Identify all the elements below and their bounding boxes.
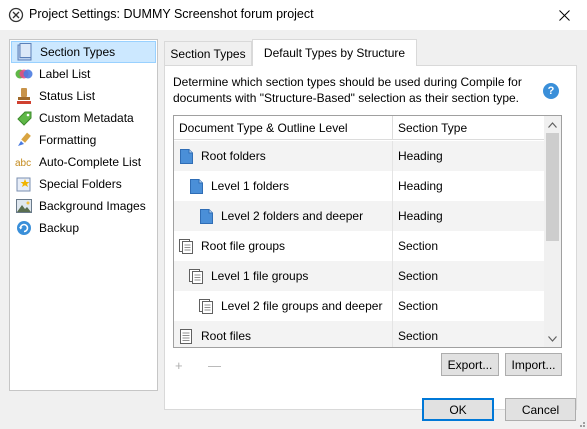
file-group-icon	[199, 298, 213, 314]
scrollbar-thumb[interactable]	[546, 133, 559, 241]
table-row[interactable]: Root files Section	[174, 321, 544, 347]
table-row[interactable]: Root file groups Section	[174, 231, 544, 261]
formatting-icon	[15, 131, 33, 149]
document-type-cell: Level 2 file groups and deeper	[174, 291, 393, 321]
export-button[interactable]: Export...	[441, 353, 499, 376]
row-label: Root folders	[201, 149, 266, 163]
sidebar-item-auto-complete-list[interactable]: abc Auto-Complete List	[11, 151, 156, 173]
table-row[interactable]: Root folders Heading	[174, 141, 544, 171]
document-type-cell: Root folders	[174, 141, 393, 171]
auto-complete-icon: abc	[15, 153, 33, 171]
import-button[interactable]: Import...	[505, 353, 562, 376]
sidebar-item-label-list[interactable]: Label List	[11, 63, 156, 85]
sidebar-item-label: Custom Metadata	[39, 111, 134, 125]
resize-grip-icon[interactable]	[576, 418, 586, 428]
document-type-cell: Level 2 folders and deeper	[174, 201, 393, 231]
document-type-cell: Root file groups	[174, 231, 393, 261]
sidebar-item-label: Backup	[39, 221, 80, 235]
custom-metadata-icon	[15, 109, 33, 127]
dialog-body: Section Types Label List Status List Cus…	[0, 30, 587, 429]
scroll-down-button[interactable]	[544, 330, 561, 347]
remove-button[interactable]: —	[208, 358, 221, 373]
row-label: Level 2 folders and deeper	[221, 209, 364, 223]
sidebar-item-label: Special Folders	[39, 177, 122, 191]
folder-icon	[189, 178, 203, 194]
chevron-down-icon	[548, 335, 557, 342]
sidebar-item-label: Background Images	[39, 199, 146, 213]
table-row[interactable]: Level 2 folders and deeper Heading	[174, 201, 544, 231]
sidebar-item-label: Status List	[39, 89, 96, 103]
svg-text:abc: abc	[15, 158, 31, 168]
file-group-icon	[179, 238, 193, 254]
table-row[interactable]: Level 1 file groups Section	[174, 261, 544, 291]
column-header-section-type[interactable]: Section Type	[393, 116, 544, 140]
background-images-icon	[15, 197, 33, 215]
document-type-cell: Level 1 file groups	[174, 261, 393, 291]
folder-icon	[199, 208, 213, 224]
folder-icon	[179, 148, 193, 164]
file-group-icon	[189, 268, 203, 284]
help-icon[interactable]: ?	[543, 83, 559, 99]
panel-description: Determine which section types should be …	[173, 75, 522, 105]
document-type-cell: Level 1 folders	[174, 171, 393, 201]
table-row[interactable]: Level 2 file groups and deeper Section	[174, 291, 544, 321]
section-type-cell[interactable]: Heading	[393, 171, 544, 201]
add-button[interactable]: +	[175, 358, 183, 373]
close-icon	[558, 9, 570, 21]
table-header: Document Type & Outline Level Section Ty…	[174, 116, 544, 140]
section-type-cell[interactable]: Section	[393, 291, 544, 321]
section-type-cell[interactable]: Section	[393, 321, 544, 347]
tab-panel: Determine which section types should be …	[164, 65, 577, 410]
tab-default-types-by-structure[interactable]: Default Types by Structure	[252, 39, 417, 66]
sidebar-item-label: Section Types	[40, 45, 116, 59]
sidebar-item-label: Auto-Complete List	[39, 155, 142, 169]
backup-icon	[15, 219, 33, 237]
app-icon	[8, 7, 24, 23]
sidebar-item-background-images[interactable]: Background Images	[11, 195, 156, 217]
status-list-icon	[15, 87, 33, 105]
column-header-document-type[interactable]: Document Type & Outline Level	[174, 116, 393, 140]
sidebar-item-backup[interactable]: Backup	[11, 217, 156, 239]
window-title: Project Settings: DUMMY Screenshot forum…	[29, 7, 314, 21]
file-icon	[179, 328, 193, 344]
row-label: Level 2 file groups and deeper	[221, 299, 383, 313]
special-folders-icon	[15, 175, 33, 193]
ok-button[interactable]: OK	[422, 398, 494, 421]
sidebar-item-section-types[interactable]: Section Types	[11, 41, 156, 63]
table-row[interactable]: Level 1 folders Heading	[174, 171, 544, 201]
sidebar-item-status-list[interactable]: Status List	[11, 85, 156, 107]
section-type-cell[interactable]: Section	[393, 231, 544, 261]
row-label: Level 1 file groups	[211, 269, 309, 283]
section-type-cell[interactable]: Heading	[393, 201, 544, 231]
title-bar: Project Settings: DUMMY Screenshot forum…	[0, 0, 587, 30]
sidebar-item-custom-metadata[interactable]: Custom Metadata	[11, 107, 156, 129]
cancel-button[interactable]: Cancel	[505, 398, 576, 421]
chevron-up-icon	[548, 121, 557, 128]
sidebar-item-formatting[interactable]: Formatting	[11, 129, 156, 151]
settings-sidebar: Section Types Label List Status List Cus…	[9, 39, 158, 391]
row-label: Root files	[201, 329, 252, 343]
tab-section-types[interactable]: Section Types	[164, 41, 252, 65]
section-type-cell[interactable]: Heading	[393, 141, 544, 171]
sidebar-item-label: Formatting	[39, 133, 97, 147]
document-type-cell: Root files	[174, 321, 393, 347]
sidebar-item-special-folders[interactable]: Special Folders	[11, 173, 156, 195]
section-type-cell[interactable]: Section	[393, 261, 544, 291]
close-button[interactable]	[541, 0, 587, 30]
structure-table: Document Type & Outline Level Section Ty…	[173, 115, 562, 348]
section-types-icon	[16, 43, 34, 61]
label-list-icon	[15, 65, 33, 83]
scroll-up-button[interactable]	[544, 116, 561, 133]
table-scrollbar[interactable]	[544, 116, 561, 347]
row-label: Root file groups	[201, 239, 286, 253]
sidebar-item-label: Label List	[39, 67, 91, 81]
row-label: Level 1 folders	[211, 179, 290, 193]
